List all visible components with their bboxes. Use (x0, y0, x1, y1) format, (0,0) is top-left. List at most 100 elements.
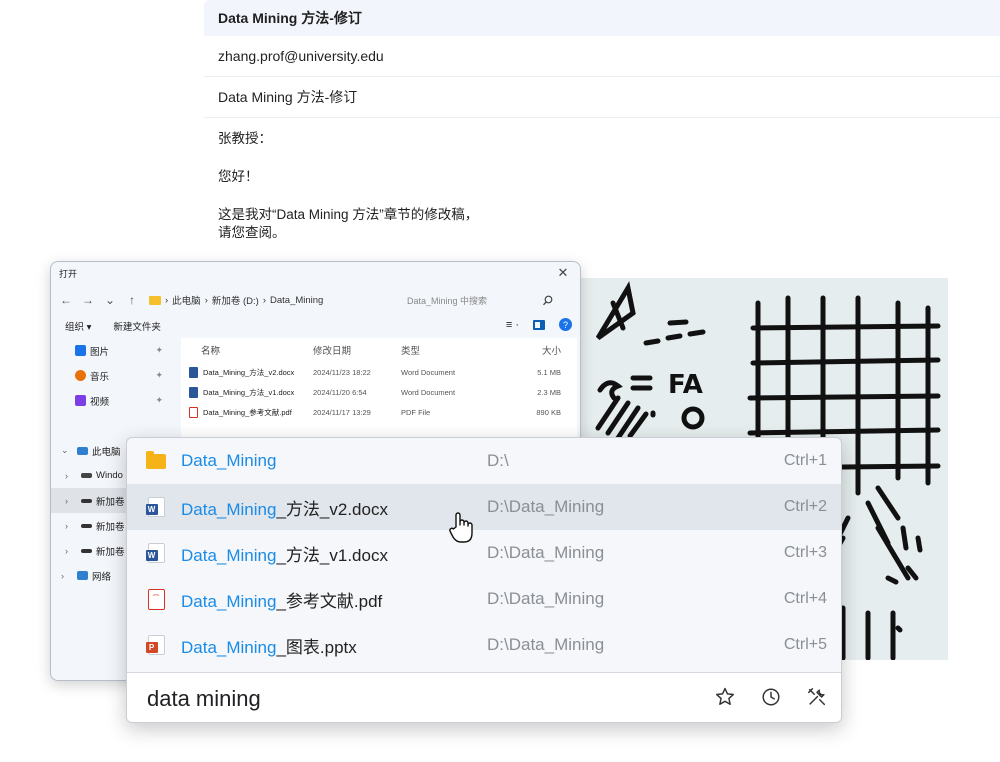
email-body[interactable]: 张教授： 您好！ 这是我对“Data Mining 方法”章节的修改稿， 请您查… (204, 118, 1000, 242)
explorer-search-input[interactable]: Data_Mining 中搜索 (401, 289, 559, 311)
word-doc-icon (145, 543, 165, 563)
file-list: 名称 修改日期 类型 大小 Data_Mining_方法_v2.docx 202… (181, 338, 577, 448)
back-arrow-icon[interactable]: ← (57, 293, 75, 307)
videos-icon (75, 395, 86, 406)
view-options-icon[interactable]: ≡ · (506, 319, 519, 331)
pin-icon: ✦ (155, 370, 163, 380)
file-size: 2.3 MB (537, 387, 561, 397)
help-icon[interactable]: ? (559, 318, 572, 331)
pin-icon: ✦ (155, 345, 163, 355)
email-subject-field[interactable]: Data Mining 方法-修订 (204, 77, 1000, 118)
result-name: Data_Mining_参考文献.pdf (181, 587, 487, 612)
sidebar-item-videos[interactable]: 视频 ✦ (51, 388, 169, 413)
forward-arrow-icon[interactable]: → (79, 293, 97, 307)
sidebar-item-label: 视频 (90, 396, 110, 408)
result-item[interactable]: Data_Mining D:\ Ctrl+1 (127, 438, 841, 484)
result-shortcut: Ctrl+1 (783, 452, 827, 469)
dialog-title: 打开 (59, 268, 78, 279)
word-doc-icon (145, 497, 165, 517)
quick-launcher-popup: Data_Mining D:\ Ctrl+1 Data_Mining_方法_v2… (126, 437, 842, 723)
dialog-titlebar: 打开 ✕ (51, 262, 580, 284)
file-date: 2024/11/20 6:54 (313, 387, 367, 397)
command-bar: 组织 ▾ 新建文件夹 ≡ · ? (51, 316, 580, 336)
column-date[interactable]: 修改日期 (313, 343, 401, 357)
file-date: 2024/11/17 13:29 (313, 407, 371, 417)
sidebar-item-music[interactable]: 音乐 ✦ (51, 363, 169, 388)
email-compose: Data Mining 方法-修订 zhang.prof@university.… (204, 0, 1000, 262)
result-path: D:\Data_Mining (487, 589, 605, 608)
chevron-right-icon[interactable]: › (65, 521, 77, 531)
sketch-text: FA (668, 370, 703, 400)
tree-item-label: Windo (96, 470, 123, 481)
pdf-icon (189, 406, 198, 418)
search-icon (543, 295, 553, 305)
tree-item-label: 此电脑 (92, 446, 121, 458)
folder-icon (146, 450, 166, 469)
address-bar[interactable]: › 此电脑 › 新加卷 (D:) › Data_Mining (145, 289, 391, 311)
file-row[interactable]: Data_Mining_方法_v1.docx 2024/11/20 6:54 W… (181, 382, 577, 402)
file-type: Word Document (401, 387, 456, 397)
file-size: 5.1 MB (537, 367, 561, 377)
result-name-match: Data_Mining (181, 451, 277, 470)
pdf-icon: ⁀ (147, 588, 165, 610)
result-name-rest: _参考文献.pdf (276, 591, 383, 611)
tree-item-label: 网络 (92, 571, 112, 583)
close-icon[interactable]: ✕ (554, 265, 572, 281)
result-name: Data_Mining_方法_v2.docx (181, 495, 487, 520)
search-query-input[interactable]: data mining (147, 686, 261, 712)
chevron-right-icon[interactable]: › (65, 546, 77, 556)
navigation-bar: ← → ⌄ ↑ › 此电脑 › 新加卷 (D:) › Data_Mining D… (51, 284, 580, 316)
chevron-right-icon[interactable]: › (65, 471, 77, 481)
drive-icon (81, 498, 92, 503)
network-icon (77, 571, 88, 580)
file-row[interactable]: Data_Mining_参考文献.pdf 2024/11/17 13:29 PD… (181, 402, 577, 422)
drive-icon (81, 523, 92, 528)
pin-icon: ✦ (155, 395, 163, 405)
hand-cursor-icon (447, 511, 475, 545)
computer-icon (77, 446, 88, 455)
column-name[interactable]: 名称 (181, 343, 313, 357)
clock-icon[interactable] (759, 685, 783, 709)
result-name: Data_Mining_方法_v1.docx (181, 541, 487, 566)
file-row[interactable]: Data_Mining_方法_v2.docx 2024/11/23 18:22 … (181, 362, 577, 382)
email-subject-header: Data Mining 方法-修订 (204, 0, 1000, 36)
result-item[interactable]: Data_Mining_图表.pptx D:\Data_Mining Ctrl+… (127, 622, 841, 668)
tree-item-label: 新加卷 (96, 521, 125, 533)
result-name-match: Data_Mining (181, 591, 277, 611)
result-name-match: Data_Mining (181, 499, 277, 519)
search-placeholder: Data_Mining 中搜索 (407, 295, 488, 306)
breadcrumb-item[interactable]: Data_Mining (270, 295, 323, 306)
settings-tools-icon[interactable] (805, 685, 829, 709)
chevron-right-icon[interactable]: › (61, 571, 73, 581)
recent-dropdown-icon[interactable]: ⌄ (101, 293, 119, 307)
column-type[interactable]: 类型 (401, 343, 521, 357)
music-icon (75, 370, 86, 381)
organize-menu[interactable]: 组织 ▾ (65, 319, 91, 333)
drive-icon (81, 473, 92, 478)
chevron-down-icon[interactable]: ⌄ (61, 445, 73, 456)
drive-icon (81, 548, 92, 553)
new-folder-button[interactable]: 新建文件夹 (113, 319, 161, 333)
chevron-right-icon[interactable]: › (65, 496, 77, 506)
star-icon[interactable] (713, 685, 737, 709)
result-path: D:\Data_Mining (487, 497, 605, 516)
breadcrumb-item[interactable]: 此电脑 (172, 293, 201, 307)
result-name: Data_Mining_图表.pptx (181, 633, 487, 658)
file-type: Word Document (401, 367, 456, 377)
email-body-line: 这是我对“Data Mining 方法”章节的修改稿， (218, 207, 479, 222)
file-size: 890 KB (536, 407, 561, 417)
column-size[interactable]: 大小 (521, 343, 561, 357)
sidebar-item-label: 图片 (90, 346, 110, 358)
result-item[interactable]: Data_Mining_方法_v1.docx D:\Data_Mining Ct… (127, 530, 841, 576)
preview-pane-icon[interactable] (533, 319, 545, 330)
result-name: Data_Mining (181, 451, 487, 471)
sidebar-item-pictures[interactable]: 图片 ✦ (51, 338, 169, 363)
breadcrumb-item[interactable]: 新加卷 (D:) (212, 293, 259, 307)
sidebar-item-label: 音乐 (90, 371, 110, 383)
result-item[interactable]: ⁀ Data_Mining_参考文献.pdf D:\Data_Mining Ct… (127, 576, 841, 622)
email-to-field[interactable]: zhang.prof@university.edu (204, 36, 1000, 77)
result-shortcut: Ctrl+5 (783, 636, 827, 653)
email-body-line: 请您查阅。 (218, 225, 286, 240)
result-item-selected[interactable]: Data_Mining_方法_v2.docx D:\Data_Mining Ct… (127, 484, 841, 530)
up-arrow-icon[interactable]: ↑ (123, 293, 141, 307)
